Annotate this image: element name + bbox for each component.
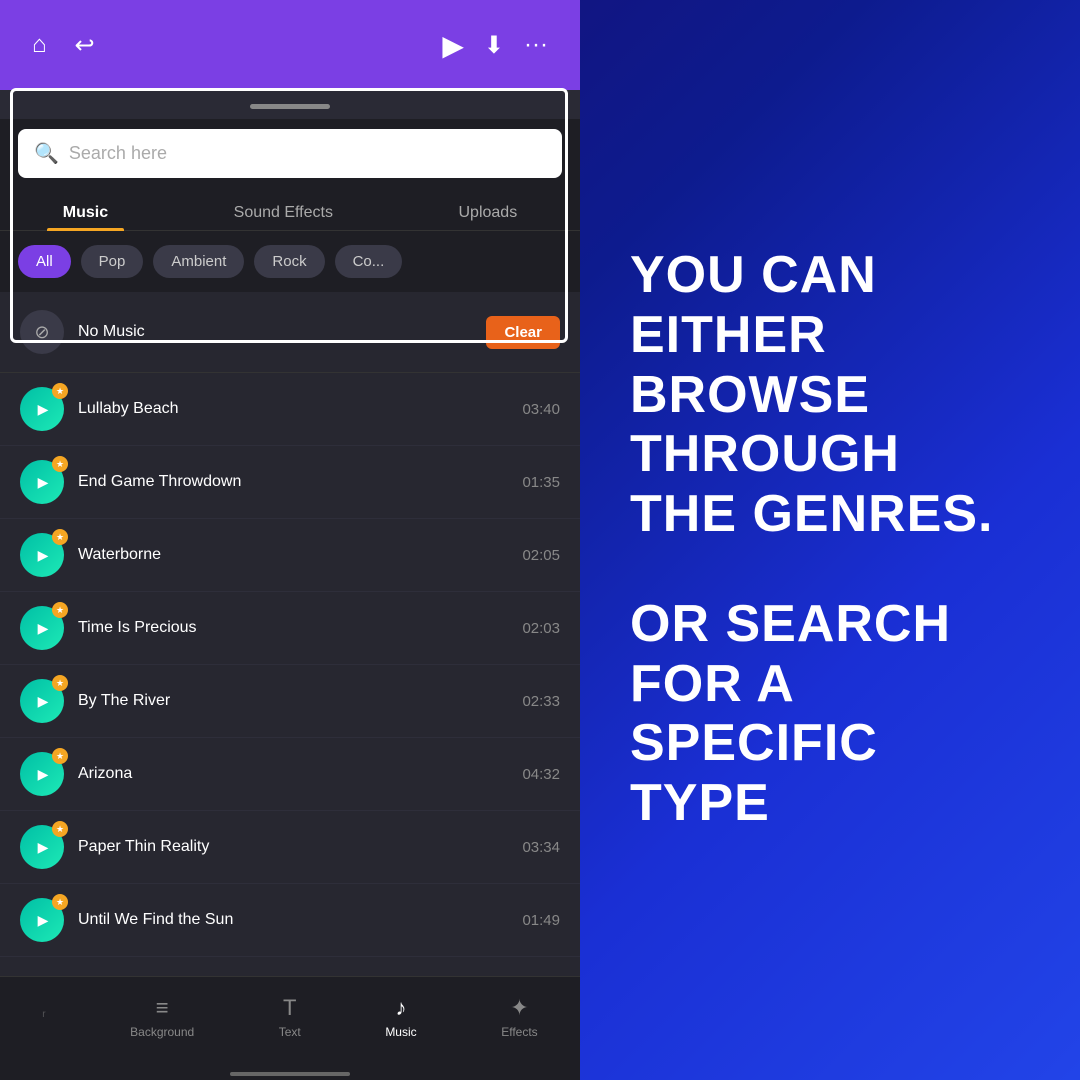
track-duration-4: 02:33: [522, 693, 560, 710]
download-icon[interactable]: ⬇: [484, 31, 504, 60]
home-icon[interactable]: ⌂: [32, 31, 47, 59]
track-name-1: End Game Throwdown: [78, 473, 241, 491]
track-icon-7: ▶: [20, 898, 64, 942]
track-duration-3: 02:03: [522, 620, 560, 637]
play-icon[interactable]: ▶: [442, 29, 464, 62]
phone-content: 🔍 Search here Music Sound Effects Upload…: [0, 90, 580, 1080]
nav-r-icon: r: [42, 1009, 45, 1020]
genre-rock[interactable]: Rock: [254, 245, 324, 278]
track-name-6: Paper Thin Reality: [78, 838, 209, 856]
tabs-container: Music Sound Effects Uploads: [0, 188, 580, 231]
background-icon: ≡: [156, 995, 169, 1021]
track-icon-2: ▶: [20, 533, 64, 577]
list-item[interactable]: ▶ Time Is Precious 02:03: [0, 592, 580, 665]
search-bar[interactable]: 🔍 Search here: [18, 129, 562, 178]
list-item[interactable]: ▶ Paper Thin Reality 03:34: [0, 811, 580, 884]
track-icon-1: ▶: [20, 460, 64, 504]
no-music-icon: ⊘: [20, 310, 64, 354]
list-item[interactable]: ▶ By The River 02:33: [0, 665, 580, 738]
no-music-label: No Music: [78, 323, 145, 341]
list-item[interactable]: ▶ End Game Throwdown 01:35: [0, 446, 580, 519]
nav-item-background[interactable]: ≡ Background: [130, 995, 194, 1039]
no-music-left: ⊘ No Music: [20, 310, 145, 354]
genre-all[interactable]: All: [18, 245, 71, 278]
right-panel: YOU CAN EITHER BROWSE THROUGH THE GENRES…: [580, 0, 1080, 1080]
top-bar: ⌂ ↩ ▶ ⬇ ···: [0, 0, 580, 90]
track-duration-6: 03:34: [522, 839, 560, 856]
nav-item-effects[interactable]: ✦ Effects: [501, 995, 537, 1039]
track-duration-0: 03:40: [522, 401, 560, 418]
track-name-4: By The River: [78, 692, 170, 710]
genre-co[interactable]: Co...: [335, 245, 403, 278]
search-icon: 🔍: [34, 141, 59, 166]
track-icon-4: ▶: [20, 679, 64, 723]
nav-item-music[interactable]: ♪ Music: [385, 995, 416, 1039]
genre-ambient[interactable]: Ambient: [153, 245, 244, 278]
nav-music-label: Music: [385, 1025, 416, 1039]
list-item[interactable]: ▶ Until We Find the Sun 01:49: [0, 884, 580, 957]
track-name-5: Arizona: [78, 765, 132, 783]
track-icon-3: ▶: [20, 606, 64, 650]
home-bar: [230, 1072, 350, 1076]
nav-background-label: Background: [130, 1025, 194, 1039]
genre-filters: All Pop Ambient Rock Co...: [0, 231, 580, 292]
track-name-2: Waterborne: [78, 546, 161, 564]
track-duration-2: 02:05: [522, 547, 560, 564]
text-nav-icon: T: [283, 995, 296, 1021]
clear-button[interactable]: Clear: [486, 316, 560, 349]
top-bar-left-icons: ⌂ ↩: [32, 31, 95, 60]
track-name-7: Until We Find the Sun: [78, 911, 233, 929]
track-duration-5: 04:32: [522, 766, 560, 783]
effects-icon: ✦: [510, 995, 528, 1021]
search-placeholder: Search here: [69, 143, 546, 164]
pill-handle-container: [0, 90, 580, 119]
home-indicator: [0, 1066, 580, 1080]
more-icon[interactable]: ···: [524, 31, 548, 59]
instruction-text-1: YOU CAN EITHER BROWSE THROUGH THE GENRES…: [630, 246, 1030, 545]
top-bar-right-icons: ▶ ⬇ ···: [442, 29, 548, 62]
music-list: ⊘ No Music Clear ▶ Lullaby Beach 03:40 ▶…: [0, 292, 580, 976]
track-duration-1: 01:35: [522, 474, 560, 491]
list-item[interactable]: ▶ Waterborne 02:05: [0, 519, 580, 592]
track-icon-6: ▶: [20, 825, 64, 869]
nav-item-r[interactable]: r: [42, 1009, 45, 1024]
track-icon-0: ▶: [20, 387, 64, 431]
genre-pop[interactable]: Pop: [81, 245, 144, 278]
track-icon-5: ▶: [20, 752, 64, 796]
search-container: 🔍 Search here: [0, 119, 580, 188]
no-music-row[interactable]: ⊘ No Music Clear: [0, 292, 580, 373]
list-item[interactable]: ▶ Lullaby Beach 03:40: [0, 373, 580, 446]
track-name-0: Lullaby Beach: [78, 400, 179, 418]
music-icon: ♪: [395, 995, 406, 1021]
pill-handle: [250, 104, 330, 109]
bottom-nav: r ≡ Background T Text ♪ Music ✦ Effects: [0, 976, 580, 1066]
nav-effects-label: Effects: [501, 1025, 537, 1039]
track-duration-7: 01:49: [522, 912, 560, 929]
left-panel: ⌂ ↩ ▶ ⬇ ··· 🔍 Search here Music Soun: [0, 0, 580, 1080]
instruction-text-2: OR SEARCH FOR A SPECIFIC TYPE: [630, 595, 1030, 834]
list-item[interactable]: ▶ Arizona 04:32: [0, 738, 580, 811]
tab-uploads[interactable]: Uploads: [443, 196, 534, 230]
tab-music[interactable]: Music: [47, 196, 124, 230]
tab-sound-effects[interactable]: Sound Effects: [218, 196, 349, 230]
nav-text-label: Text: [279, 1025, 301, 1039]
track-name-3: Time Is Precious: [78, 619, 197, 637]
back-icon[interactable]: ↩: [75, 31, 95, 60]
nav-item-text[interactable]: T Text: [279, 995, 301, 1039]
